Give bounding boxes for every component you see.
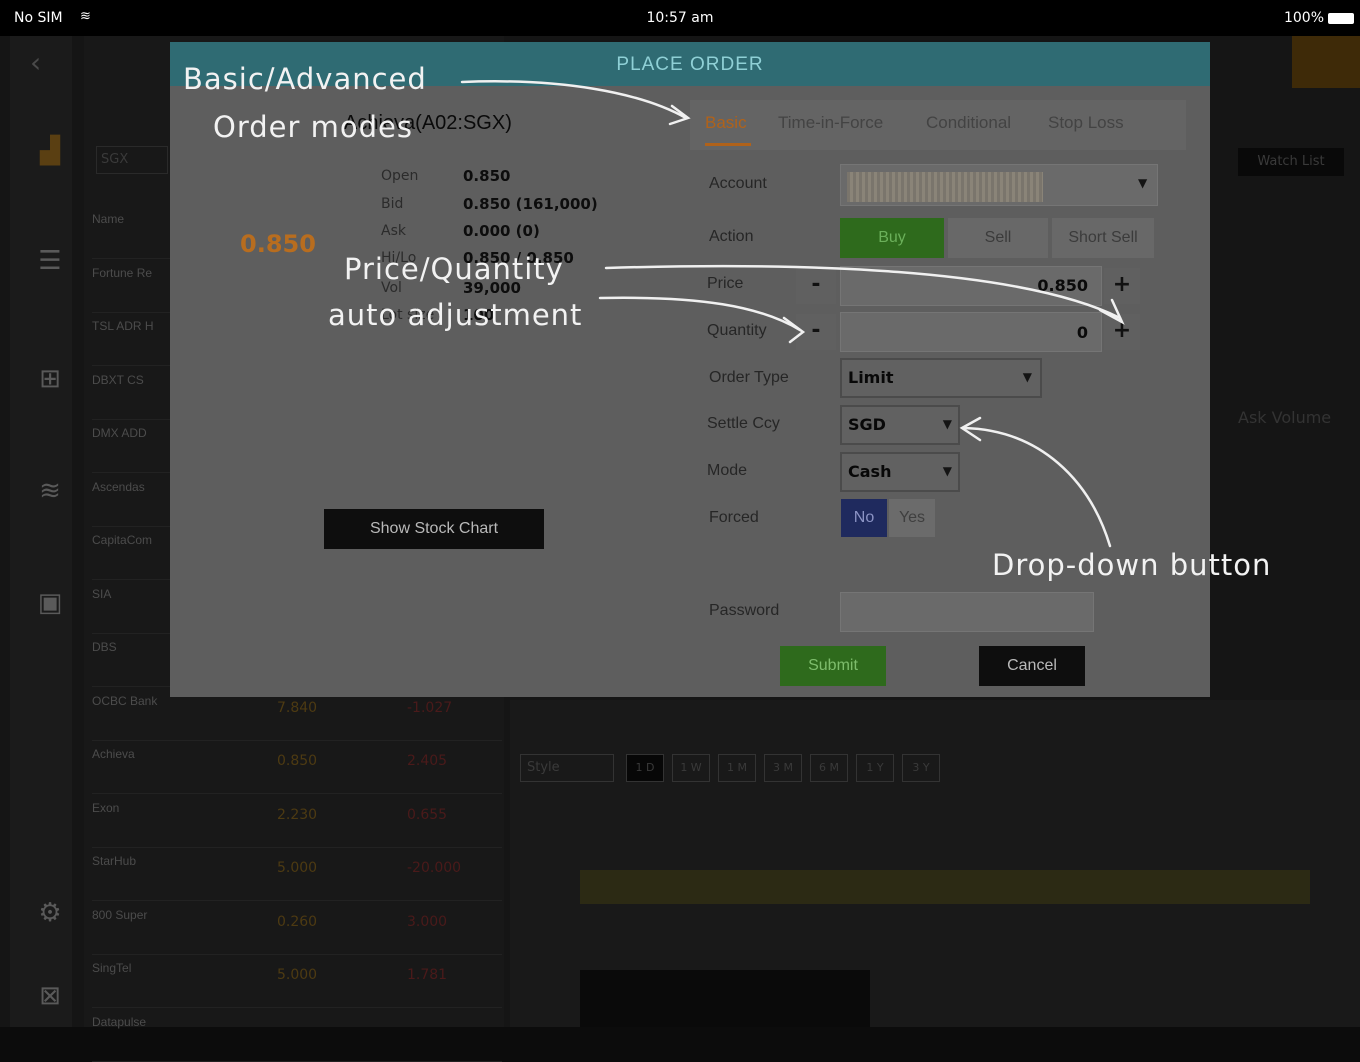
arrowhead-minus [782, 316, 806, 344]
annotation-arrows [460, 80, 1125, 548]
annotation-dropdown: Drop-down button [992, 548, 1272, 582]
annotation-price-qty-line1: Price/Quantity [344, 252, 564, 286]
arrow-to-tabs [460, 80, 688, 120]
arrow-to-plus [604, 264, 1122, 320]
annotation-price-qty-line2: auto adjustment [328, 298, 583, 332]
arrow-to-minus [598, 296, 802, 332]
annotation-order-modes-line1: Basic/Advanced [183, 62, 427, 96]
annotation-order-modes-line2: Order modes [213, 110, 413, 144]
arrow-to-dropdown [962, 426, 1112, 548]
